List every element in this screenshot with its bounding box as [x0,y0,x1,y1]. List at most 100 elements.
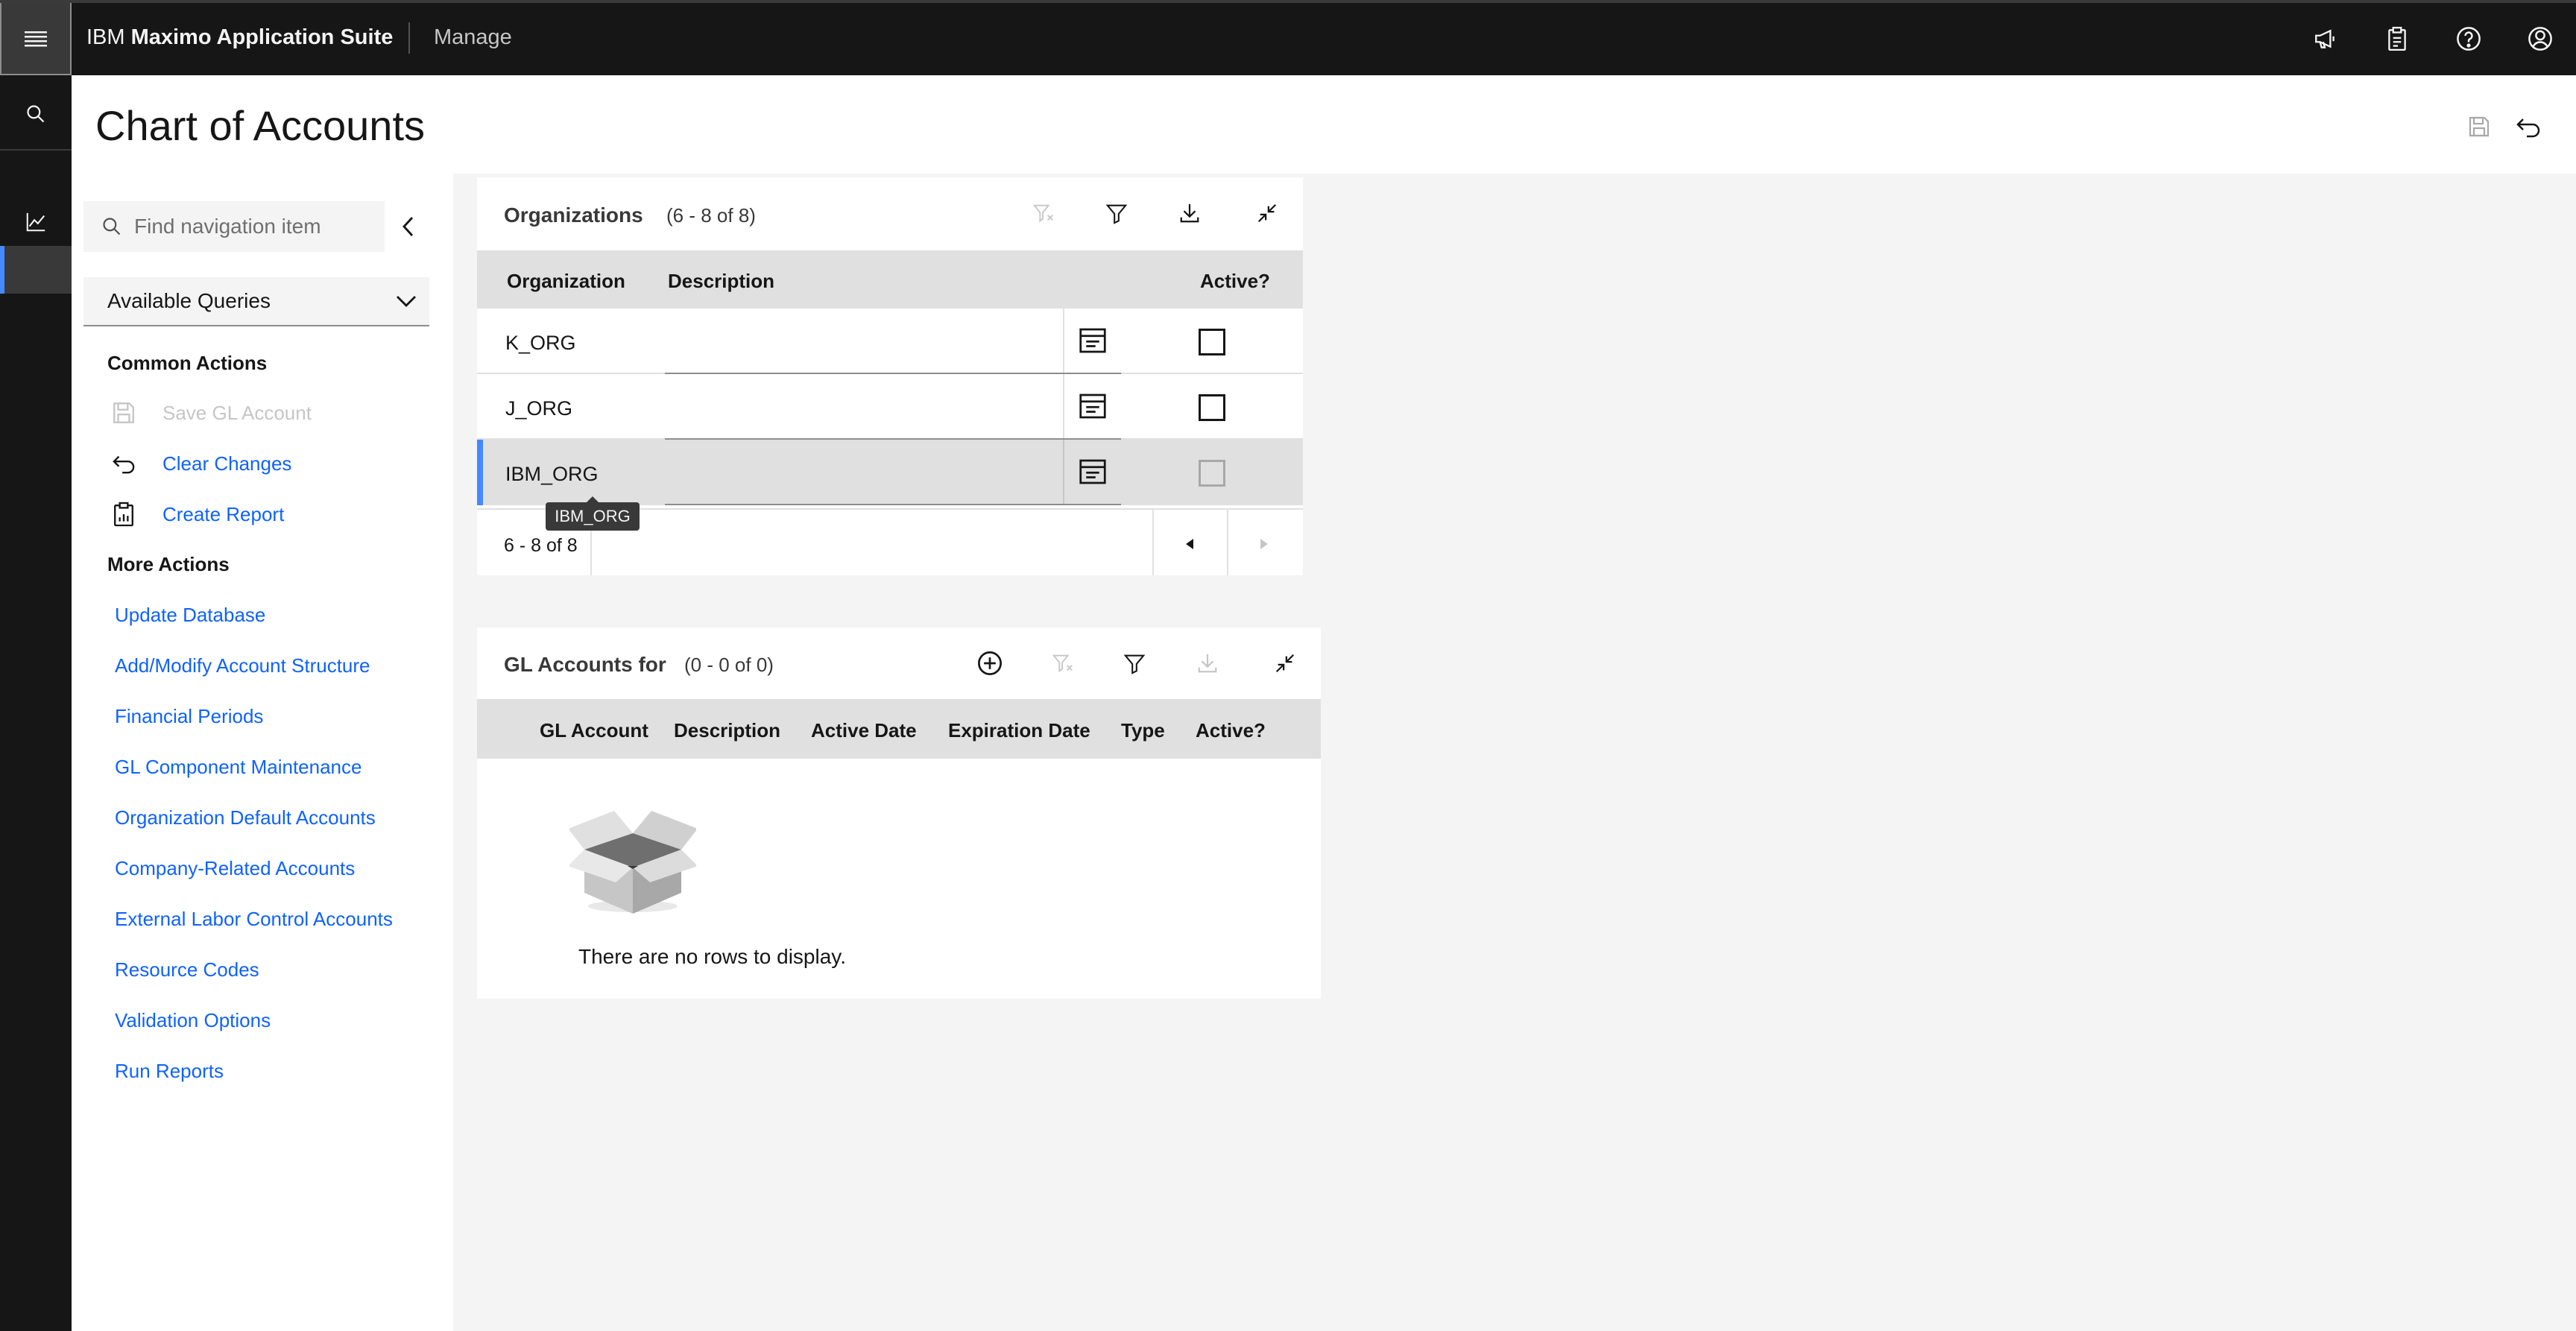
search-icon [103,218,121,235]
header-undo-button[interactable] [2512,110,2545,143]
col-gl-account[interactable]: GL Account [540,719,648,742]
nav-search-box[interactable] [83,201,385,252]
nav-search-input[interactable] [134,215,380,238]
tooltip: IBM_ORG [546,502,640,531]
filter-icon [1123,654,1146,674]
create-report-action[interactable]: Create Report [107,498,284,531]
long-description-button[interactable] [1063,309,1121,373]
organizations-count: (6 - 8 of 8) [666,204,756,227]
resource-codes-link[interactable]: Resource Codes [115,958,259,981]
available-queries-dropdown[interactable]: Available Queries [83,277,429,326]
download-button[interactable] [1191,647,1224,680]
clear-filter-button[interactable] [1046,647,1079,680]
action-label: Save GL Account [162,401,312,424]
caret-right-icon [1260,539,1268,549]
download-button[interactable] [1173,197,1206,230]
empty-message: There are no rows to display. [578,945,846,968]
col-description[interactable]: Description [668,270,774,293]
long-description-button[interactable] [1063,440,1121,504]
brand-name: Maximo Application Suite [130,25,394,49]
download-icon [1180,203,1199,223]
external-labor-control-accounts-link[interactable]: External Labor Control Accounts [115,908,393,931]
chevron-left-icon [402,217,414,236]
filter-button[interactable] [1100,197,1133,230]
queries-label: Available Queries [107,289,271,312]
organization-cell: K_ORG [505,332,576,354]
clear-changes-action[interactable]: Clear Changes [107,447,291,480]
add-row-button[interactable] [973,647,1006,680]
organization-cell: J_ORG [505,397,573,420]
rail-divider [0,149,72,151]
app-name: Manage [434,25,512,49]
run-reports-link[interactable]: Run Reports [115,1060,224,1083]
gl-accounts-count: (0 - 0 of 0) [684,654,774,676]
long-description-button[interactable] [1063,374,1121,438]
search-icon [27,105,45,123]
financial-periods-link[interactable]: Financial Periods [115,705,263,728]
menu-button[interactable] [0,3,72,75]
active-checkbox[interactable] [1199,460,1225,487]
rail-chart-button[interactable] [15,201,57,243]
add-modify-account-structure-link[interactable]: Add/Modify Account Structure [115,654,370,677]
col-organization[interactable]: Organization [507,270,625,293]
minimize-button[interactable] [1251,197,1284,230]
action-label: Create Report [162,502,285,525]
col-description[interactable]: Description [674,719,780,742]
save-icon [2469,116,2490,137]
undo-icon [2516,118,2540,138]
description-input[interactable] [665,440,1121,505]
announcement-button[interactable] [2309,22,2342,55]
minimize-button[interactable] [1269,647,1301,680]
undo-icon [107,447,140,480]
save-gl-account-action[interactable]: Save GL Account [107,396,312,429]
pagination-divider [1152,510,1154,575]
long-description-icon [1079,393,1106,419]
gl-accounts-title: GL Accounts for [504,653,666,676]
user-avatar-icon [2528,27,2552,51]
organization-default-accounts-link[interactable]: Organization Default Accounts [115,806,376,829]
clipboard-button[interactable] [2381,22,2414,55]
organization-cell: IBM_ORG [505,463,599,485]
next-page-button[interactable] [1248,528,1281,560]
col-active[interactable]: Active? [1196,719,1266,742]
col-active-date[interactable]: Active Date [811,719,917,742]
active-checkbox[interactable] [1199,394,1225,421]
previous-page-button[interactable] [1173,528,1206,560]
announcement-icon [2315,29,2334,48]
organizations-title: Organizations [504,203,643,227]
clear-filter-icon [1032,204,1053,223]
rail-active-item[interactable] [0,246,72,294]
company-related-accounts-link[interactable]: Company-Related Accounts [115,857,355,880]
description-input[interactable] [665,309,1121,374]
description-input[interactable] [665,374,1121,440]
long-description-icon [1079,328,1106,353]
brand-title[interactable]: IBM Maximo Application Suite [86,22,393,52]
help-button[interactable] [2452,22,2485,55]
help-icon [2457,27,2481,51]
col-active[interactable]: Active? [1200,270,1270,293]
filter-button[interactable] [1118,647,1151,680]
pagination-divider [1227,510,1228,575]
page-header [72,75,2576,174]
clear-filter-button[interactable] [1027,197,1060,230]
update-database-link[interactable]: Update Database [115,604,265,627]
brand-prefix: IBM [86,25,125,49]
minimize-icon [1275,654,1295,673]
menu-icon [25,31,47,46]
nav-collapse-button[interactable] [391,209,426,244]
navigation-panel [72,174,453,1331]
caret-left-icon [1186,539,1193,549]
active-checkbox[interactable] [1199,329,1225,355]
page-title: Chart of Accounts [95,102,426,149]
add-icon [978,651,1002,675]
validation-options-link[interactable]: Validation Options [115,1009,271,1032]
clear-filter-icon [1052,654,1073,673]
common-actions-title: Common Actions [107,352,268,374]
rail-search-button[interactable] [15,93,57,135]
col-expiration-date[interactable]: Expiration Date [948,719,1090,742]
col-type[interactable]: Type [1121,719,1165,742]
gl-component-maintenance-link[interactable]: GL Component Maintenance [115,756,362,779]
chart-line-icon [26,212,45,232]
user-profile-button[interactable] [2524,22,2557,55]
header-save-button[interactable] [2463,110,2496,143]
